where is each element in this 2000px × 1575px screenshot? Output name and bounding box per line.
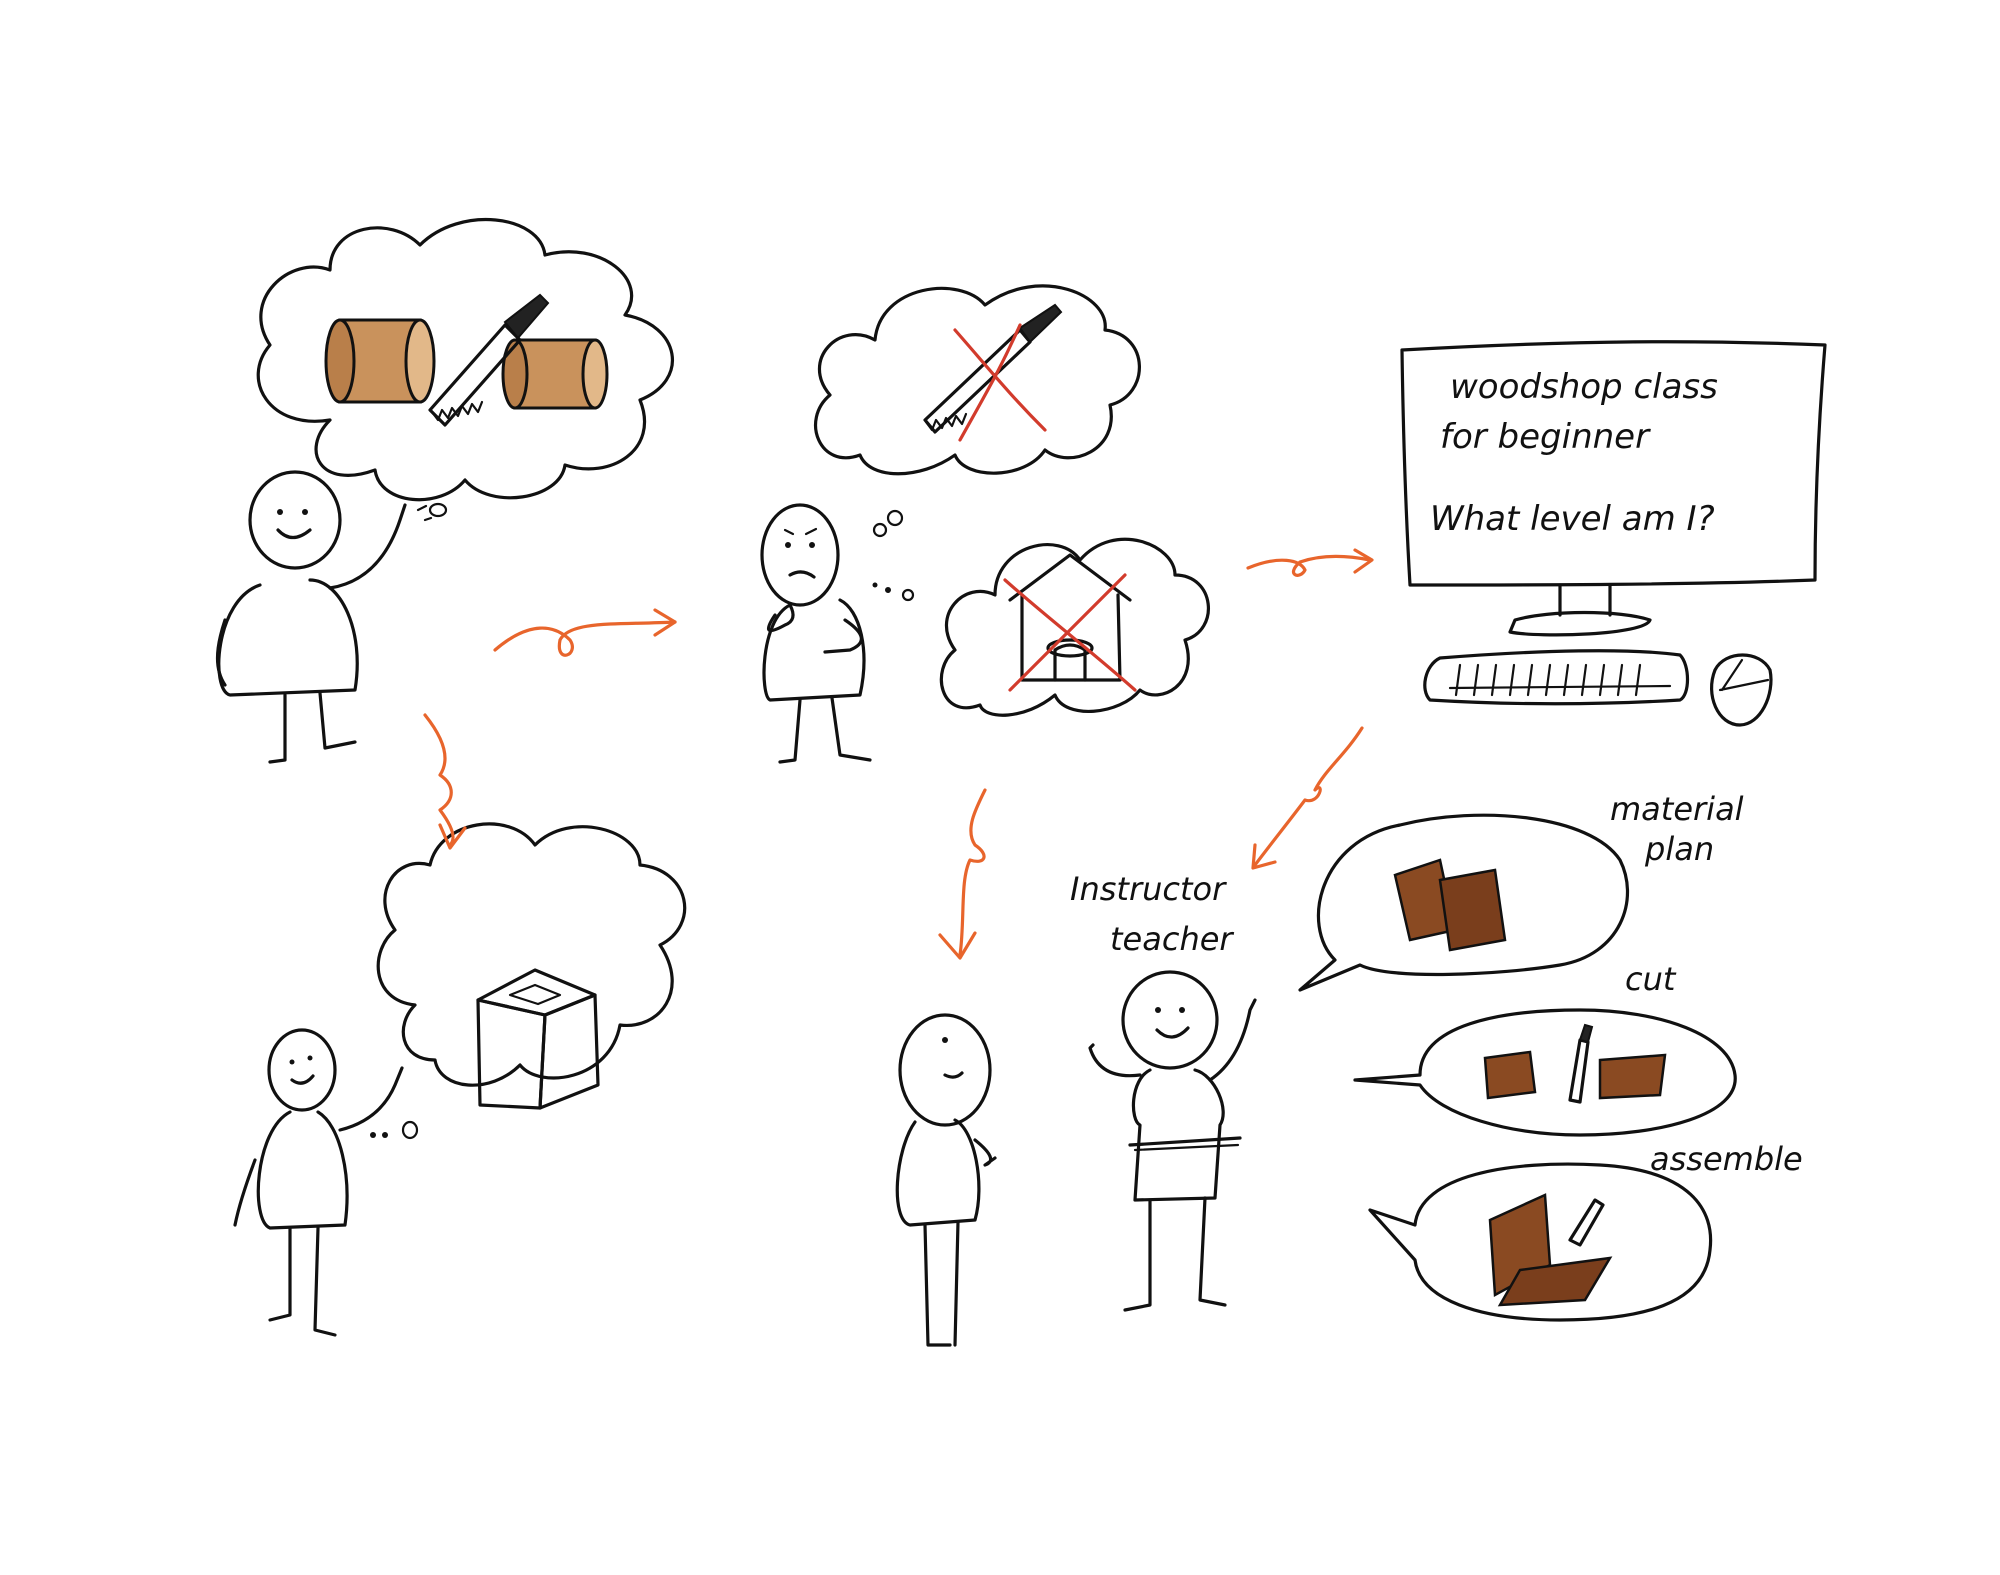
- log-right-icon: [501, 338, 609, 410]
- log-left-icon: [324, 318, 436, 404]
- label-cut: cut: [1625, 960, 1677, 998]
- arrow-computer-to-instructor: [1251, 726, 1364, 870]
- arrow-panel2-to-computer: [1246, 548, 1374, 577]
- arrow-panel2-to-learner: [938, 788, 987, 960]
- wooden-box-icon: [476, 968, 600, 1110]
- storyboard-canvas: woodshop class for beginner What level a…: [215, 217, 1827, 1347]
- monitor-line-2: for beginner: [1440, 417, 1651, 457]
- label-assemble: assemble: [1650, 1140, 1803, 1178]
- label-material: material: [1610, 790, 1744, 828]
- person-learner: [895, 1013, 997, 1347]
- speech-bubble-assemble: [1368, 1162, 1713, 1322]
- label-teacher: teacher: [1110, 920, 1234, 958]
- monitor-line-1: woodshop class: [1450, 367, 1718, 407]
- person-4: [233, 1028, 419, 1337]
- person-1: [215, 470, 448, 764]
- thought-cloud-no-saw: [813, 284, 1141, 476]
- thought-cloud-sawing-log: [256, 217, 674, 502]
- mouse-icon: [1710, 653, 1773, 727]
- arrow-panel1-to-panel4: [423, 713, 467, 850]
- arrow-panel1-to-panel2: [493, 608, 677, 657]
- person-instructor: [1088, 970, 1257, 1312]
- label-instructor: Instructor: [1070, 870, 1227, 908]
- label-plan: plan: [1644, 830, 1714, 868]
- person-2-thinking: [760, 503, 915, 764]
- speech-bubble-material-plan: [1298, 813, 1630, 992]
- speech-bubble-cut: [1353, 1008, 1737, 1137]
- crossed-saw-icon: [923, 303, 1063, 442]
- thought-cloud-box: [376, 822, 687, 1087]
- keyboard-icon: [1423, 649, 1690, 706]
- monitor-line-3: What level am I?: [1430, 499, 1715, 539]
- crossed-house-icon: [1003, 553, 1137, 692]
